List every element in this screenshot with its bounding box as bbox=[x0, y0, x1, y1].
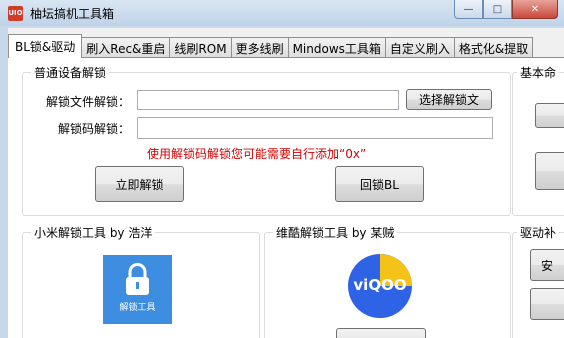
window-controls: — □ ✕ bbox=[454, 0, 558, 20]
maximize-button[interactable]: □ bbox=[483, 0, 512, 19]
driver-group-title: 驱动补 bbox=[517, 224, 560, 241]
close-icon: ✕ bbox=[530, 3, 540, 15]
basic-command-button-1[interactable] bbox=[535, 103, 564, 128]
basic-command-button-2[interactable] bbox=[535, 152, 564, 190]
vivo-unlock-tool-icon[interactable]: viQOO bbox=[348, 254, 412, 318]
lock-icon bbox=[126, 263, 149, 295]
driver-button-2[interactable] bbox=[530, 288, 564, 320]
driver-install-button[interactable]: 安 bbox=[530, 249, 564, 281]
tab-bl-driver[interactable]: BL锁&驱动 bbox=[8, 34, 83, 58]
driver-group: 驱动补 bbox=[512, 224, 564, 338]
app-window: UIO 柚坛搞机工具箱 — □ ✕ BL锁&驱动 刷入Rec&重启 线刷ROM … bbox=[0, 0, 564, 338]
tab-strip: BL锁&驱动 刷入Rec&重启 线刷ROM 更多线刷 Mindows工具箱 自定… bbox=[8, 34, 534, 58]
tab-custom-flash[interactable]: 自定义刷入 bbox=[384, 37, 455, 58]
basic-commands-title: 基本命 bbox=[517, 64, 560, 81]
minimize-button[interactable]: — bbox=[454, 0, 483, 19]
unlock-code-input[interactable] bbox=[137, 117, 493, 139]
vivo-unlock-tool-label: viQOO bbox=[353, 276, 407, 294]
unlock-group-title: 普通设备解锁 bbox=[31, 64, 110, 81]
tab-flash-rec-reboot[interactable]: 刷入Rec&重启 bbox=[81, 37, 171, 58]
xiaomi-unlock-tool-icon[interactable]: 解锁工具 bbox=[103, 255, 172, 324]
tab-mindows-toolbox[interactable]: Mindows工具箱 bbox=[287, 37, 386, 58]
unlock-file-input[interactable] bbox=[137, 90, 399, 110]
unlock-code-label: 解锁码解锁： bbox=[58, 122, 131, 136]
tab-line-flash-rom[interactable]: 线刷ROM bbox=[169, 37, 232, 58]
unlock-now-button[interactable]: 立即解锁 bbox=[95, 166, 184, 202]
basic-commands-group: 基本命 bbox=[512, 64, 564, 216]
title-bar[interactable]: UIO 柚坛搞机工具箱 — □ ✕ bbox=[0, 0, 564, 26]
window-title: 柚坛搞机工具箱 bbox=[30, 7, 115, 21]
tab-format-extract[interactable]: 格式化&提取 bbox=[453, 37, 534, 58]
close-button[interactable]: ✕ bbox=[512, 0, 558, 19]
xiaomi-unlock-tool-label: 解锁工具 bbox=[119, 303, 156, 313]
maximize-icon: □ bbox=[492, 3, 503, 15]
relock-bl-button[interactable]: 回锁BL bbox=[335, 166, 424, 202]
xiaomi-unlock-title: 小米解锁工具 by 浩洋 bbox=[31, 224, 156, 241]
vivo-tool-button[interactable] bbox=[336, 328, 426, 338]
unlock-file-label: 解锁文件解锁： bbox=[46, 95, 131, 109]
unlock-code-warning: 使用解锁码解锁您可能需要自行添加“0x” bbox=[147, 147, 367, 161]
browse-unlock-file-button[interactable]: 选择解锁文 bbox=[406, 89, 492, 110]
minimize-icon: — bbox=[463, 3, 474, 15]
vivo-unlock-title: 维酷解锁工具 by 某贼 bbox=[273, 224, 398, 241]
tab-more-line-flash[interactable]: 更多线刷 bbox=[230, 37, 289, 58]
app-logo-icon: UIO bbox=[8, 6, 23, 21]
